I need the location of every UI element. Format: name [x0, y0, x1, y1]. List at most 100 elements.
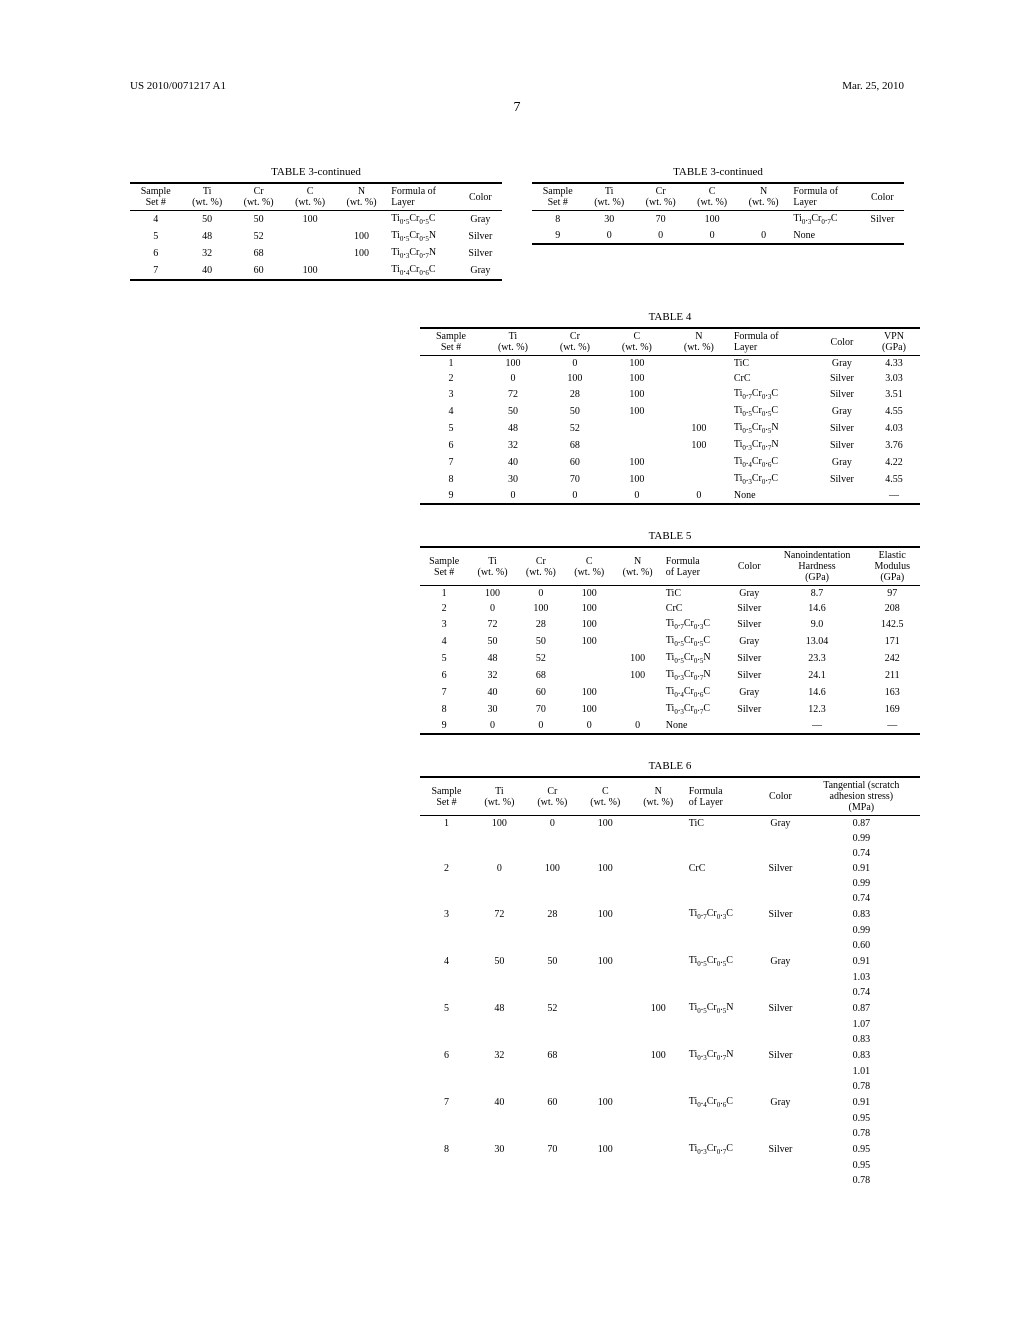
- cell: 40: [181, 262, 232, 280]
- table-row: 54852100Ti0.5Cr0.5NSilver23.3242: [420, 650, 920, 667]
- cell: [420, 1173, 473, 1188]
- table-row: 20100100CrCSilver0.91: [420, 861, 920, 876]
- cell: Gray: [729, 684, 770, 701]
- table-title: TABLE 5: [420, 530, 920, 542]
- cell: 50: [517, 633, 565, 650]
- cell: Gray: [758, 1094, 802, 1111]
- cell: 100: [482, 356, 544, 372]
- cell: 72: [482, 386, 544, 403]
- cell: 4: [420, 403, 482, 420]
- cell: 9: [532, 228, 583, 244]
- cell: 28: [517, 616, 565, 633]
- cell: [579, 985, 632, 1000]
- cell: 0: [606, 488, 668, 504]
- cell: Ti0.5Cr0.5N: [685, 1000, 759, 1017]
- cell: Silver: [729, 650, 770, 667]
- cell: 6: [420, 1047, 473, 1064]
- col-header: ElasticModulus(GPa): [865, 547, 920, 586]
- table-4: TABLE 4 SampleSet # Ti(wt. %) Cr(wt. %) …: [420, 311, 920, 505]
- cell: [758, 891, 802, 906]
- cell: [668, 403, 730, 420]
- cell: [685, 1064, 759, 1079]
- cell: 30: [482, 471, 544, 488]
- cell: —: [865, 718, 920, 734]
- cell: Ti0.3Cr0.7N: [685, 1047, 759, 1064]
- cell: [632, 891, 685, 906]
- cell: Silver: [459, 228, 502, 245]
- cell: 48: [473, 1000, 526, 1017]
- cell: [526, 938, 579, 953]
- cell: 40: [473, 1094, 526, 1111]
- cell: Silver: [729, 701, 770, 718]
- cell: [685, 923, 759, 938]
- cell: 0.78: [803, 1126, 920, 1141]
- cell: Silver: [816, 386, 868, 403]
- cell: —: [770, 718, 865, 734]
- cell: 100: [606, 356, 668, 372]
- table-row: 11000100TiCGray0.87: [420, 816, 920, 832]
- table-row: 83070100Ti0.3Cr0.7CSilver12.3169: [420, 701, 920, 718]
- cell: [685, 1173, 759, 1188]
- cell: Ti0.3Cr0.7C: [662, 701, 729, 718]
- cell: 0: [565, 718, 613, 734]
- cell: 0.74: [803, 891, 920, 906]
- cell: 100: [565, 586, 613, 602]
- cell: [565, 667, 613, 684]
- table-row: 90000None: [532, 228, 904, 244]
- cell: 52: [517, 650, 565, 667]
- cell: 0.99: [803, 923, 920, 938]
- cell: [579, 1079, 632, 1094]
- cell: 1: [420, 586, 468, 602]
- cell: 8: [420, 471, 482, 488]
- cell: 4: [420, 953, 473, 970]
- col-header: Color: [729, 547, 770, 586]
- cell: [729, 718, 770, 734]
- cell: 0: [517, 586, 565, 602]
- cell: [632, 846, 685, 861]
- cell: [420, 1079, 473, 1094]
- data-table: SampleSet # Ti(wt. %) Cr(wt. %) C(wt. %)…: [532, 182, 904, 245]
- cell: [758, 876, 802, 891]
- table-row: 83070100Ti0.3Cr0.7CSilver4.55: [420, 471, 920, 488]
- cell: 70: [517, 701, 565, 718]
- col-header: Tangential (scratchadhesion stress)(MPa): [803, 777, 920, 816]
- cell: 2: [420, 371, 482, 386]
- col-header: VPN(GPa): [868, 328, 920, 356]
- cell: Silver: [816, 371, 868, 386]
- cell: Ti0.5Cr0.5C: [730, 403, 816, 420]
- col-header: N(wt. %): [738, 183, 789, 211]
- cell: 30: [473, 1141, 526, 1158]
- cell: [473, 831, 526, 846]
- cell: Ti0.5Cr0.5N: [662, 650, 729, 667]
- cell: 3.03: [868, 371, 920, 386]
- cell: 0.95: [803, 1111, 920, 1126]
- cell: 50: [181, 211, 232, 229]
- cell: TiC: [685, 816, 759, 832]
- cell: [526, 1158, 579, 1173]
- cell: [473, 891, 526, 906]
- cell: [473, 1111, 526, 1126]
- col-header: C(wt. %): [579, 777, 632, 816]
- cell: [606, 437, 668, 454]
- cell: 14.6: [770, 684, 865, 701]
- cell: Silver: [758, 1047, 802, 1064]
- cell: [632, 1126, 685, 1141]
- cell: [685, 938, 759, 953]
- table-row: 0.99: [420, 831, 920, 846]
- cell: 30: [468, 701, 516, 718]
- cell: Silver: [816, 437, 868, 454]
- cell: [685, 1032, 759, 1047]
- cell: 1.07: [803, 1017, 920, 1032]
- cell: [632, 953, 685, 970]
- table-row: 54852100Ti0.5Cr0.5NSilver4.03: [420, 420, 920, 437]
- cell: 9.0: [770, 616, 865, 633]
- cell: 0: [613, 718, 661, 734]
- cell: 0.87: [803, 1000, 920, 1017]
- col-header: N(wt. %): [668, 328, 730, 356]
- table-row: 74060100Ti0.4Cr0.6CGray14.6163: [420, 684, 920, 701]
- cell: 8: [420, 1141, 473, 1158]
- cell: 68: [544, 437, 606, 454]
- table-title: TABLE 3-continued: [532, 166, 904, 178]
- table-title: TABLE 6: [420, 760, 920, 772]
- cell: 163: [865, 684, 920, 701]
